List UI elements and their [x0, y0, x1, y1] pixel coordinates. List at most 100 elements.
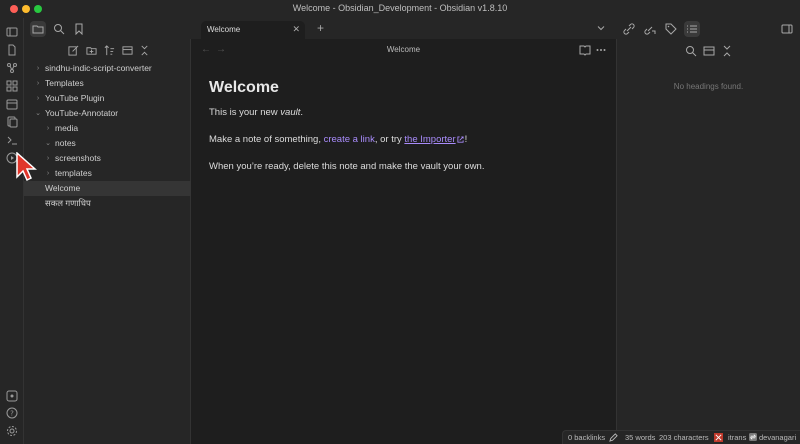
- edit-icon[interactable]: [609, 433, 618, 442]
- script-from[interactable]: itrans: [728, 433, 746, 442]
- create-link-link[interactable]: create a link: [324, 134, 375, 145]
- canvas-icon[interactable]: [4, 78, 20, 94]
- ribbon: ?: [0, 18, 24, 444]
- tree-item-label: सकल गणाधिप: [45, 198, 91, 208]
- search-icon[interactable]: [51, 21, 67, 37]
- explorer-toolbar: [24, 39, 190, 61]
- files-icon[interactable]: [4, 42, 20, 58]
- view-header: ← → Welcome: [191, 39, 616, 61]
- script-to[interactable]: devanagari: [759, 433, 796, 442]
- right-sidebar-tab-header: [616, 18, 800, 39]
- folder-item[interactable]: › media: [24, 121, 191, 136]
- new-folder-icon[interactable]: [84, 43, 98, 57]
- terminal-icon[interactable]: [4, 132, 20, 148]
- tree-item-label: Templates: [45, 78, 84, 88]
- tab-title: Welcome: [207, 25, 241, 34]
- script-converter-icon[interactable]: [714, 433, 723, 442]
- collapse-icon[interactable]: [120, 43, 134, 57]
- tab-close-icon[interactable]: ✕: [292, 24, 300, 35]
- tags-icon[interactable]: [663, 21, 679, 37]
- tree-item-label: sindhu-indic-script-converter: [45, 63, 152, 73]
- text-segment: , or try: [374, 134, 405, 145]
- word-count: 35 words: [625, 433, 656, 442]
- file-explorer: › sindhu-indic-script-converter › Templates…: [24, 39, 191, 444]
- bookmark-icon[interactable]: [71, 21, 87, 37]
- folder-item[interactable]: › screenshots: [24, 151, 191, 166]
- file-item[interactable]: सकल गणाधिप: [24, 196, 191, 211]
- character-count: 203 characters: [659, 433, 709, 442]
- tree-item-label: media: [55, 123, 79, 133]
- close-icon[interactable]: [137, 43, 151, 57]
- paragraph-links: Make a note of something, create a link,…: [209, 134, 467, 145]
- new-tab-button[interactable]: +: [317, 21, 324, 35]
- left-sidebar-tab-header: [24, 18, 191, 39]
- script-swap-icon[interactable]: [749, 433, 757, 441]
- text-segment: !: [464, 134, 468, 145]
- outline-panel: No headings found.: [616, 39, 800, 444]
- settings-icon[interactable]: [4, 423, 20, 439]
- close-icon[interactable]: [721, 45, 733, 57]
- file-tree: › sindhu-indic-script-converter › Templates…: [24, 61, 191, 211]
- sidebar-toggle-icon[interactable]: [4, 24, 20, 40]
- text-segment: This is your new: [209, 107, 281, 118]
- chevron-right-icon[interactable]: ›: [44, 121, 52, 136]
- window-title: Welcome - Obsidian_Development - Obsidia…: [292, 3, 508, 13]
- folder-item[interactable]: › YouTube Plugin: [24, 91, 191, 106]
- outline-icon[interactable]: [684, 21, 700, 37]
- outgoing-links-icon[interactable]: [642, 21, 658, 37]
- collapse-icon[interactable]: [703, 45, 715, 57]
- folder-icon[interactable]: [30, 21, 46, 37]
- new-note-icon[interactable]: [66, 43, 80, 57]
- text-emphasis: vault: [280, 107, 301, 118]
- chevron-down-icon[interactable]: ⌄: [34, 106, 42, 121]
- tree-item-label: templates: [55, 168, 92, 178]
- sort-icon[interactable]: [102, 43, 116, 57]
- tree-item-label: YouTube Plugin: [45, 93, 105, 103]
- tab-strip: Welcome ✕ +: [191, 18, 616, 39]
- templates-icon[interactable]: [4, 114, 20, 130]
- tree-item-label: Welcome: [45, 183, 81, 193]
- file-item[interactable]: Welcome: [24, 181, 191, 196]
- chevron-right-icon[interactable]: ›: [34, 91, 42, 106]
- folder-item[interactable]: ⌄ YouTube-Annotator: [24, 106, 191, 121]
- backlinks-count[interactable]: 0 backlinks: [568, 433, 605, 442]
- help-icon[interactable]: ?: [4, 405, 20, 421]
- importer-link[interactable]: the Importer: [404, 134, 455, 145]
- chevron-right-icon[interactable]: ›: [44, 166, 52, 181]
- calendar-icon[interactable]: [4, 96, 20, 112]
- folder-item[interactable]: ⌄ notes: [24, 136, 191, 151]
- status-bar: 0 backlinks 35 words 203 characters itra…: [562, 430, 800, 444]
- chevron-down-icon[interactable]: [596, 23, 606, 33]
- editor-pane: ← → Welcome Welcome This is your new vau…: [191, 39, 616, 444]
- right-sidebar-toggle-icon[interactable]: [779, 21, 795, 37]
- vault-icon[interactable]: [4, 388, 20, 404]
- tree-item-label: screenshots: [55, 153, 101, 163]
- folder-item[interactable]: › templates: [24, 166, 191, 181]
- view-title: Welcome: [386, 45, 421, 54]
- tree-item-label: YouTube-Annotator: [45, 108, 119, 118]
- note-content: Welcome This is your new vault. Make a n…: [209, 79, 589, 172]
- more-options-icon[interactable]: [595, 44, 607, 56]
- svg-text:?: ?: [10, 410, 14, 418]
- chevron-right-icon[interactable]: ›: [44, 151, 52, 166]
- text-segment: Make a note of something,: [209, 134, 324, 145]
- outline-empty-message: No headings found.: [673, 82, 744, 91]
- text-segment: .: [300, 107, 303, 118]
- reading-view-icon[interactable]: [579, 44, 591, 56]
- title-bar: Welcome - Obsidian_Development - Obsidia…: [0, 0, 800, 18]
- paragraph-ready: When you’re ready, delete this note and …: [209, 161, 485, 172]
- backlinks-icon[interactable]: [621, 21, 637, 37]
- chevron-right-icon[interactable]: ›: [34, 76, 42, 91]
- search-icon[interactable]: [685, 45, 697, 57]
- paragraph-vault: This is your new vault.: [209, 107, 303, 118]
- chevron-down-icon[interactable]: ⌄: [44, 136, 52, 151]
- graph-icon[interactable]: [4, 60, 20, 76]
- chevron-right-icon[interactable]: ›: [34, 61, 42, 76]
- tab-welcome[interactable]: Welcome ✕: [201, 21, 305, 39]
- folder-item[interactable]: › Templates: [24, 76, 191, 91]
- tree-item-label: notes: [55, 138, 76, 148]
- mouse-cursor-icon: [15, 152, 37, 182]
- folder-item[interactable]: › sindhu-indic-script-converter: [24, 61, 191, 76]
- external-link-icon: [457, 136, 464, 143]
- note-heading: Welcome: [209, 79, 279, 96]
